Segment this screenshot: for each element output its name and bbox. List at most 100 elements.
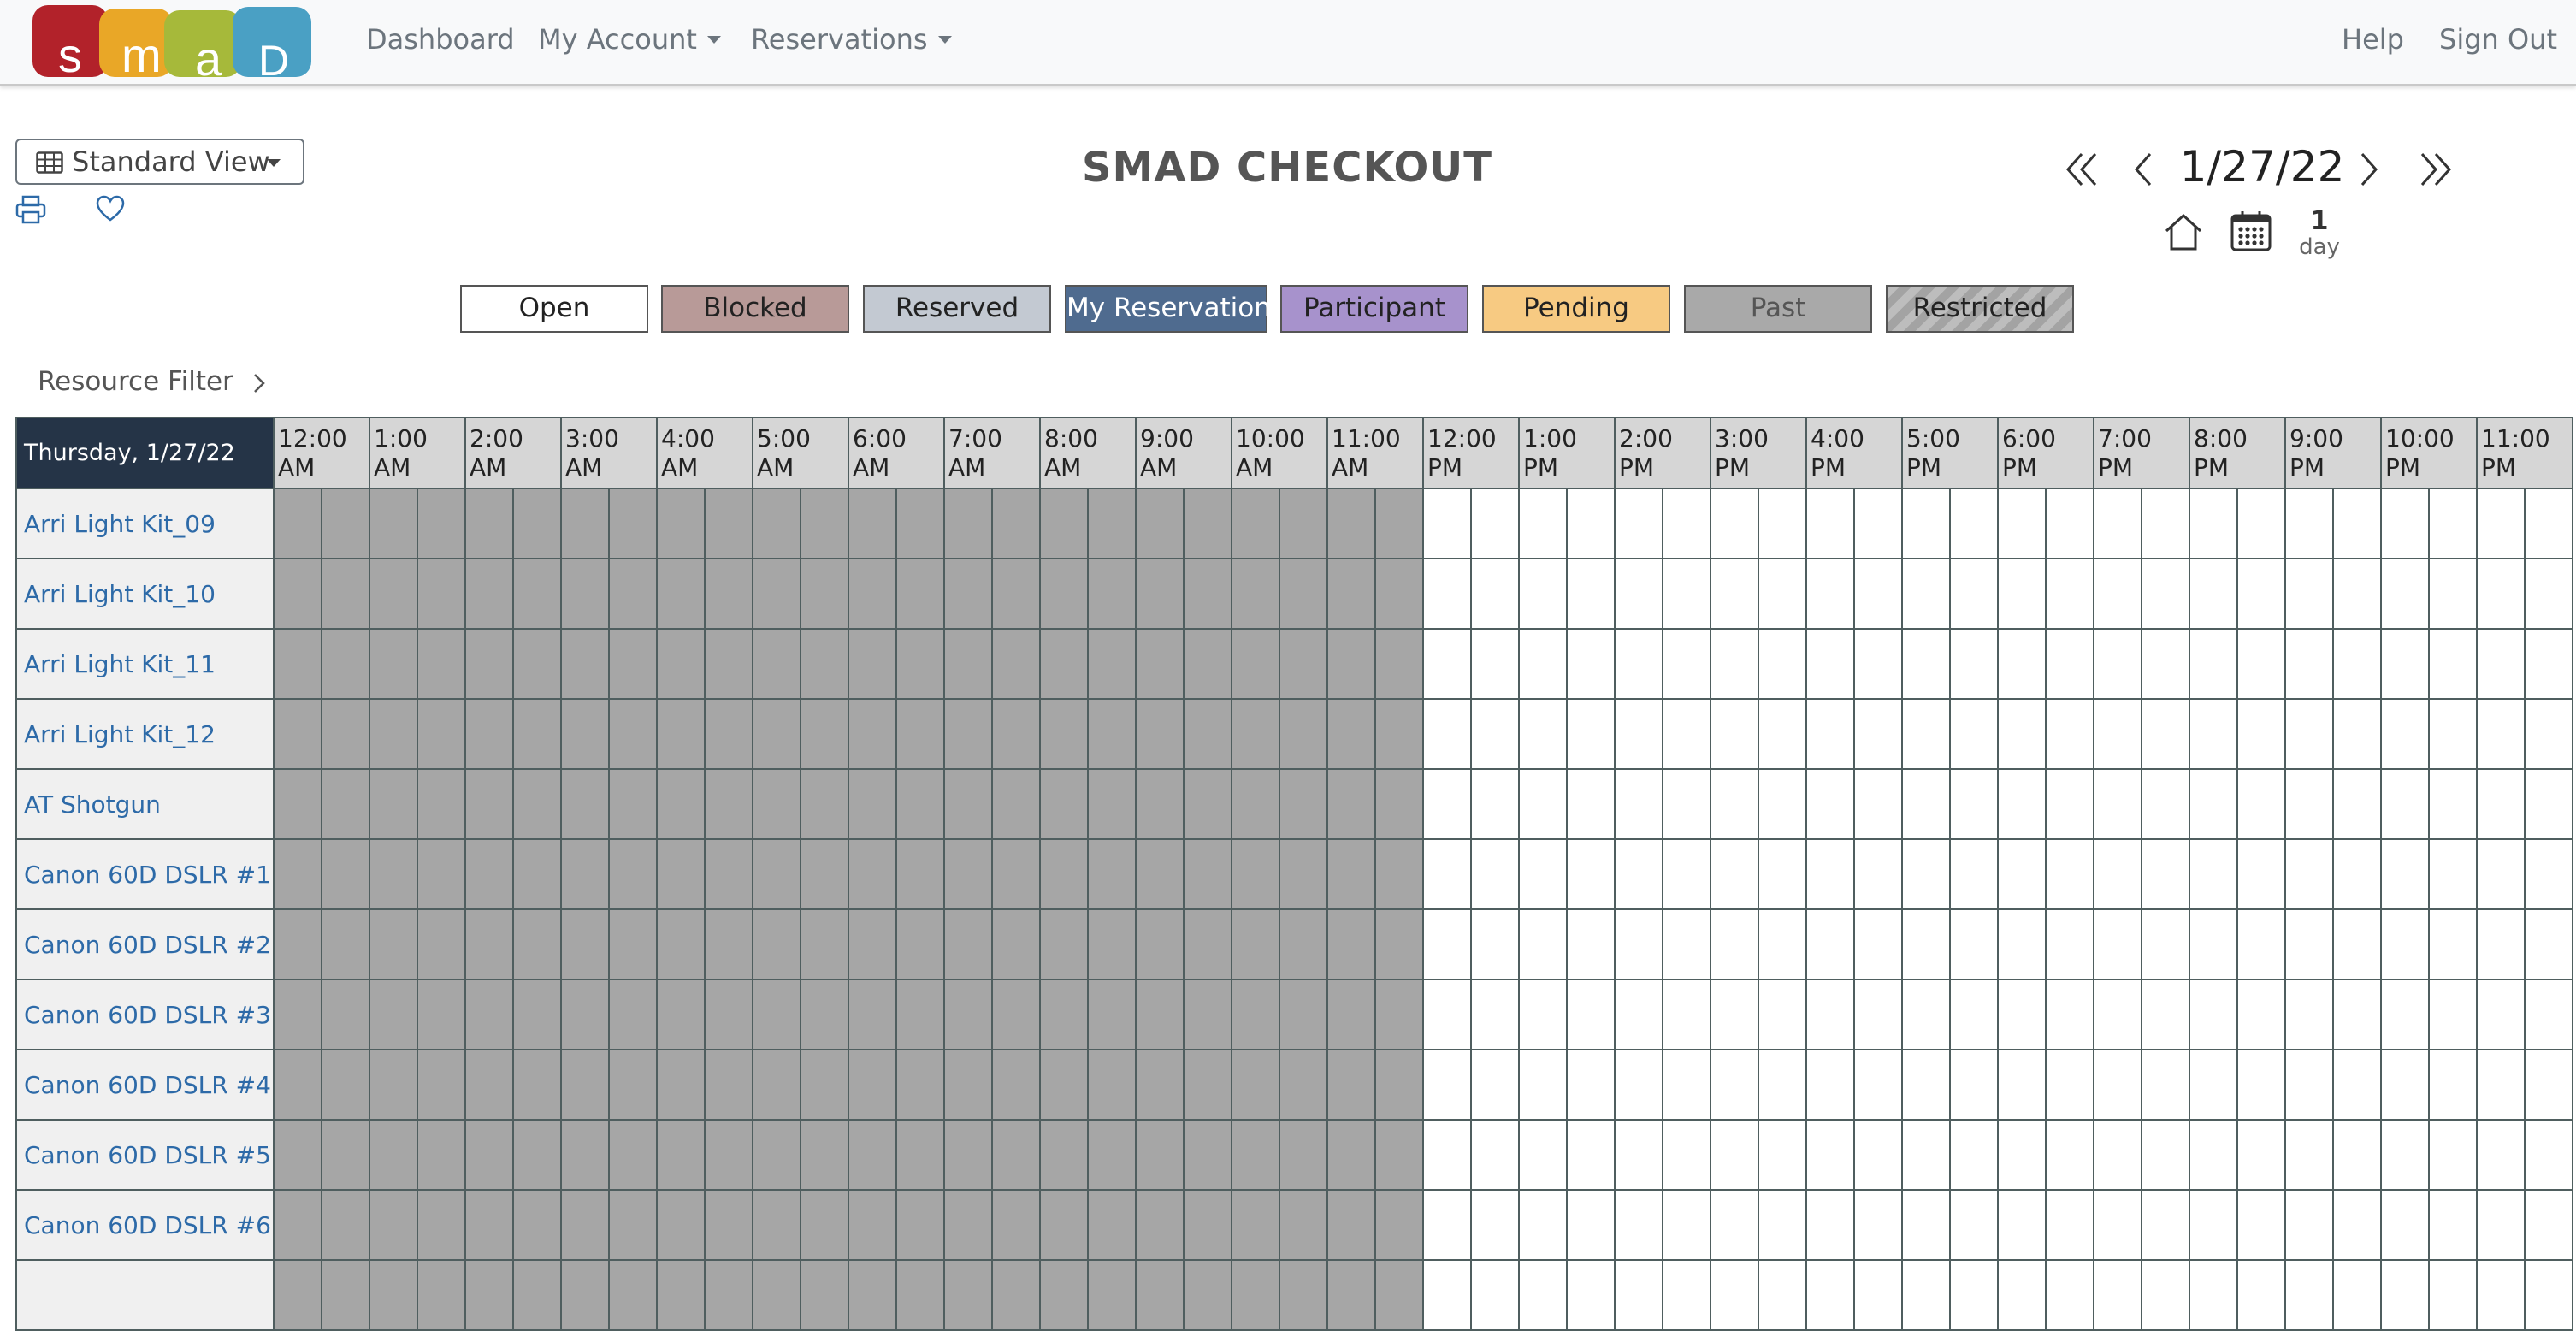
open-slot[interactable] (1853, 908, 1903, 980)
open-slot[interactable] (1518, 1189, 1568, 1261)
open-slot[interactable] (2045, 768, 2094, 840)
open-slot[interactable] (1566, 698, 1616, 770)
open-slot[interactable] (2141, 488, 2190, 559)
resource-name-link[interactable] (15, 1259, 275, 1331)
open-slot[interactable] (2141, 698, 2190, 770)
open-slot[interactable] (1853, 768, 1903, 840)
open-slot[interactable] (1997, 768, 2047, 840)
open-slot[interactable] (1758, 628, 1807, 700)
open-slot[interactable] (2524, 558, 2573, 630)
open-slot[interactable] (2332, 698, 2382, 770)
open-slot[interactable] (2141, 908, 2190, 980)
open-slot[interactable] (1710, 838, 1759, 910)
open-slot[interactable] (1518, 558, 1568, 630)
open-slot[interactable] (2332, 628, 2382, 700)
open-slot[interactable] (1949, 1259, 1999, 1331)
open-slot[interactable] (1949, 979, 1999, 1050)
resource-name-link[interactable]: Canon 60D DSLR #1 (15, 838, 275, 910)
open-slot[interactable] (1805, 908, 1855, 980)
open-slot[interactable] (2476, 628, 2526, 700)
open-slot[interactable] (2524, 1049, 2573, 1121)
open-slot[interactable] (1710, 1189, 1759, 1261)
open-slot[interactable] (1805, 1049, 1855, 1121)
open-slot[interactable] (2284, 1259, 2334, 1331)
next-day-icon[interactable] (2357, 151, 2383, 188)
open-slot[interactable] (1997, 628, 2047, 700)
resource-name-link[interactable]: Arri Light Kit_10 (15, 558, 275, 630)
resource-name-link[interactable]: AT Shotgun (15, 768, 275, 840)
open-slot[interactable] (1805, 558, 1855, 630)
open-slot[interactable] (2093, 698, 2142, 770)
open-slot[interactable] (2141, 558, 2190, 630)
open-slot[interactable] (1949, 488, 1999, 559)
open-slot[interactable] (1614, 1119, 1663, 1191)
open-slot[interactable] (2428, 488, 2478, 559)
open-slot[interactable] (1805, 1189, 1855, 1261)
open-slot[interactable] (2380, 1189, 2430, 1261)
open-slot[interactable] (2093, 838, 2142, 910)
open-slot[interactable] (1518, 838, 1568, 910)
home-icon[interactable] (2164, 212, 2203, 251)
open-slot[interactable] (2236, 838, 2286, 910)
open-slot[interactable] (1566, 558, 1616, 630)
open-slot[interactable] (2093, 488, 2142, 559)
open-slot[interactable] (1853, 1189, 1903, 1261)
open-slot[interactable] (2284, 979, 2334, 1050)
open-slot[interactable] (2524, 1259, 2573, 1331)
open-slot[interactable] (2284, 698, 2334, 770)
open-slot[interactable] (2093, 979, 2142, 1050)
open-slot[interactable] (1518, 768, 1568, 840)
open-slot[interactable] (1997, 838, 2047, 910)
open-slot[interactable] (2380, 698, 2430, 770)
open-slot[interactable] (1805, 768, 1855, 840)
open-slot[interactable] (2284, 488, 2334, 559)
open-slot[interactable] (1422, 908, 1472, 980)
open-slot[interactable] (2236, 628, 2286, 700)
open-slot[interactable] (1566, 488, 1616, 559)
open-slot[interactable] (1518, 1049, 1568, 1121)
open-slot[interactable] (2524, 1119, 2573, 1191)
open-slot[interactable] (2476, 979, 2526, 1050)
open-slot[interactable] (2524, 488, 2573, 559)
open-slot[interactable] (1662, 488, 1711, 559)
open-slot[interactable] (2189, 628, 2238, 700)
open-slot[interactable] (2332, 1049, 2382, 1121)
open-slot[interactable] (1614, 488, 1663, 559)
open-slot[interactable] (1422, 768, 1472, 840)
open-slot[interactable] (2141, 1049, 2190, 1121)
open-slot[interactable] (2428, 979, 2478, 1050)
open-slot[interactable] (2476, 908, 2526, 980)
open-slot[interactable] (1662, 558, 1711, 630)
open-slot[interactable] (1662, 1049, 1711, 1121)
open-slot[interactable] (1518, 1119, 1568, 1191)
open-slot[interactable] (1518, 698, 1568, 770)
open-slot[interactable] (1662, 698, 1711, 770)
calendar-icon[interactable] (2230, 210, 2272, 251)
open-slot[interactable] (2093, 1259, 2142, 1331)
open-slot[interactable] (1470, 1119, 1520, 1191)
open-slot[interactable] (2428, 1259, 2478, 1331)
open-slot[interactable] (1614, 768, 1663, 840)
open-slot[interactable] (1949, 1119, 1999, 1191)
open-slot[interactable] (2476, 838, 2526, 910)
open-slot[interactable] (2236, 698, 2286, 770)
open-slot[interactable] (2189, 488, 2238, 559)
open-slot[interactable] (1805, 698, 1855, 770)
open-slot[interactable] (2093, 1049, 2142, 1121)
open-slot[interactable] (2476, 488, 2526, 559)
open-slot[interactable] (2045, 838, 2094, 910)
open-slot[interactable] (2380, 1119, 2430, 1191)
open-slot[interactable] (1997, 1049, 2047, 1121)
open-slot[interactable] (1997, 488, 2047, 559)
open-slot[interactable] (1758, 488, 1807, 559)
open-slot[interactable] (1566, 979, 1616, 1050)
open-slot[interactable] (2189, 979, 2238, 1050)
open-slot[interactable] (2380, 979, 2430, 1050)
resource-name-link[interactable]: Canon 60D DSLR #4 (15, 1049, 275, 1121)
open-slot[interactable] (2284, 1189, 2334, 1261)
open-slot[interactable] (2380, 488, 2430, 559)
open-slot[interactable] (2332, 558, 2382, 630)
open-slot[interactable] (1614, 1189, 1663, 1261)
resource-name-link[interactable]: Arri Light Kit_09 (15, 488, 275, 559)
open-slot[interactable] (2380, 558, 2430, 630)
